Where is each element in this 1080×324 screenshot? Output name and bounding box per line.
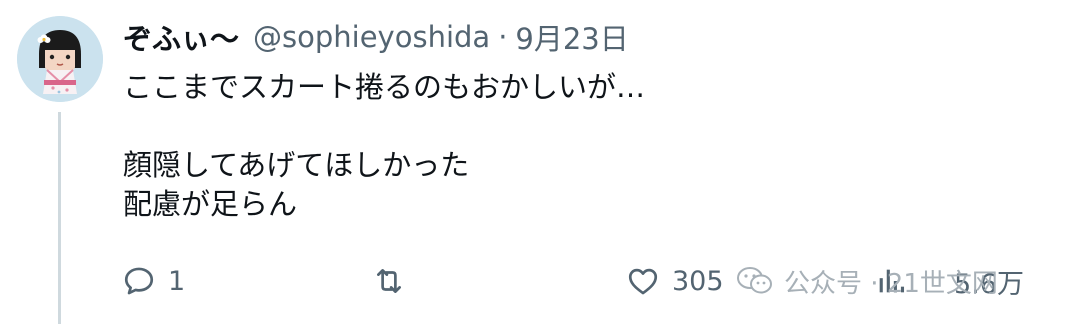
tweet-header: ぞふぃ〜 @sophieyoshida · 9月23日 — [123, 14, 629, 60]
tweet-date[interactable]: 9月23日 — [515, 16, 628, 58]
retweet-icon — [377, 269, 401, 293]
reply-icon — [124, 267, 154, 295]
wechat-icon — [737, 267, 772, 294]
reply-button[interactable]: 1 — [122, 258, 185, 304]
separator-dot: · — [498, 20, 508, 54]
user-handle[interactable]: @sophieyoshida — [253, 20, 490, 54]
character-avatar-icon — [17, 16, 103, 102]
watermark: 公众号 · 21世文网 — [736, 258, 998, 304]
like-count: 305 — [672, 265, 724, 297]
retweet-button[interactable] — [372, 258, 418, 304]
avatar[interactable] — [17, 16, 103, 102]
tweet-text-line: 顔隠してあげてほしかった — [123, 148, 470, 182]
tweet-text-blank-line — [123, 107, 1043, 146]
tweet-text-line: ここまでスカート捲るのもおかしいが… — [123, 70, 646, 104]
like-button[interactable]: 305 — [626, 258, 724, 304]
heart-icon — [628, 268, 658, 295]
watermark-text: 公众号 · 21世文网 — [784, 268, 998, 299]
tweet-text: ここまでスカート捲るのもおかしいが… 顔隠してあげてほしかった 配慮が足らん — [123, 68, 1043, 224]
reply-count: 1 — [168, 265, 186, 297]
tweet-text-line: 配慮が足らん — [123, 187, 298, 221]
display-name[interactable]: ぞふぃ〜 — [123, 16, 239, 58]
